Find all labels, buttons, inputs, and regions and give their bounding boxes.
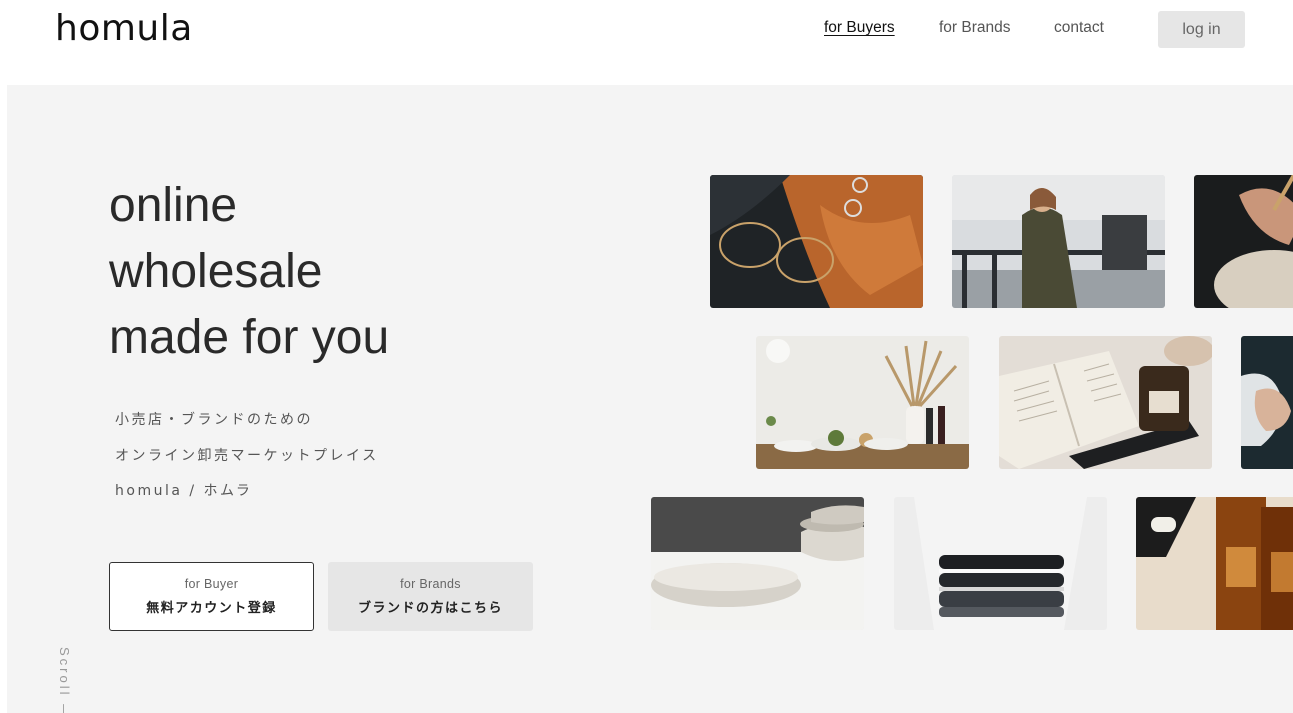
login-button[interactable]: log in bbox=[1158, 11, 1245, 48]
amber-bottles-photo bbox=[1136, 497, 1293, 630]
brand-button-caption: for Brands bbox=[400, 577, 461, 591]
nav-for-brands[interactable]: for Brands bbox=[939, 19, 1011, 37]
book-and-candle-photo bbox=[999, 336, 1212, 469]
ceramic-bowls-photo bbox=[651, 497, 864, 630]
nav-for-buyers[interactable]: for Buyers bbox=[824, 19, 895, 37]
hero-subtext-line-3: homula / ホムラ bbox=[115, 483, 253, 499]
hero-subtext-line-1: 小売店・ブランドのための bbox=[115, 412, 313, 428]
site-header: homula for Buyers for Brands contact log… bbox=[0, 0, 1293, 84]
headline-line-1: online bbox=[109, 179, 238, 232]
nav-contact[interactable]: contact bbox=[1054, 19, 1104, 37]
pottery-hands-photo bbox=[1194, 175, 1293, 308]
brand-info-button[interactable]: for Brands ブランドの方はこちら bbox=[328, 562, 533, 631]
buyer-button-label: 無料アカウント登録 bbox=[146, 601, 277, 616]
headline-line-2: wholesale bbox=[109, 245, 323, 298]
hero-headline: online wholesale made for you bbox=[109, 173, 389, 371]
scroll-indicator[interactable]: Scroll — bbox=[57, 647, 72, 713]
brand-button-label: ブランドの方はこちら bbox=[357, 601, 503, 616]
headline-line-3: made for you bbox=[109, 311, 390, 364]
logo[interactable]: homula bbox=[55, 8, 193, 49]
woman-with-backpack-photo bbox=[952, 175, 1165, 308]
dining-table-photo bbox=[756, 336, 969, 469]
buyer-button-caption: for Buyer bbox=[184, 577, 239, 591]
hero-subtext-line-2: オンライン卸売マーケットプレイス bbox=[115, 448, 379, 464]
folded-clothes-photo bbox=[894, 497, 1107, 630]
buyer-signup-button[interactable]: for Buyer 無料アカウント登録 bbox=[109, 562, 314, 631]
hero-section: online wholesale made for you 小売店・ブランドのた… bbox=[7, 85, 1293, 713]
hand-photo bbox=[1241, 336, 1293, 469]
glasses-and-rings-photo bbox=[710, 175, 923, 308]
